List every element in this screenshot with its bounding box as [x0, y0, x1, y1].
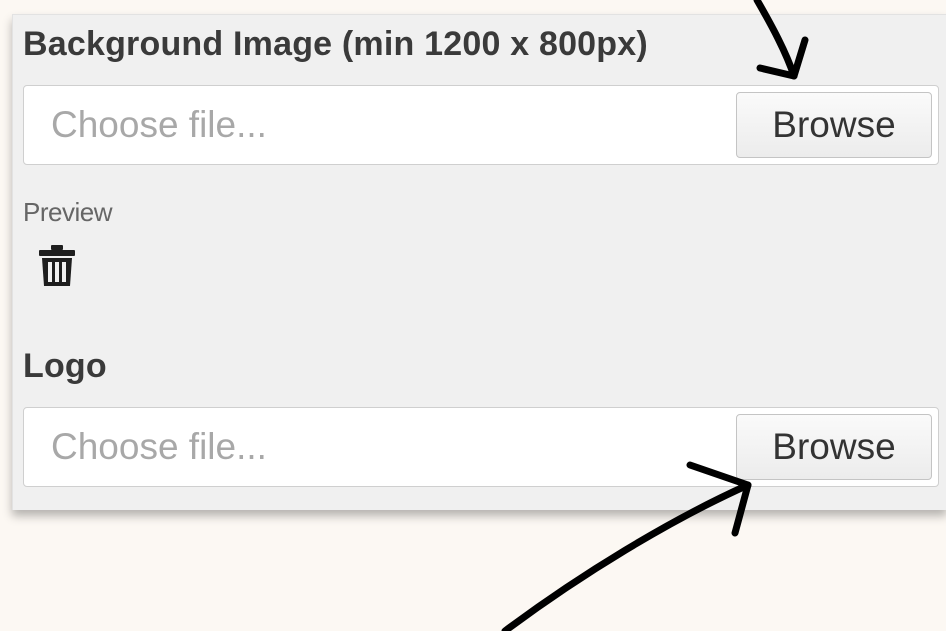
- logo-placeholder: Choose file...: [51, 426, 267, 467]
- logo-label: Logo: [23, 347, 107, 385]
- background-image-browse-button[interactable]: Browse: [736, 92, 932, 158]
- background-image-file-input[interactable]: Choose file... Browse: [23, 85, 939, 165]
- upload-settings-panel: Background Image (min 1200 x 800px) Choo…: [12, 14, 946, 510]
- logo-browse-button[interactable]: Browse: [736, 414, 932, 480]
- trash-icon[interactable]: [37, 244, 77, 288]
- background-image-label: Background Image (min 1200 x 800px): [23, 25, 648, 63]
- preview-label: Preview: [23, 197, 112, 227]
- logo-file-input[interactable]: Choose file... Browse: [23, 407, 939, 487]
- background-image-placeholder: Choose file...: [51, 104, 267, 145]
